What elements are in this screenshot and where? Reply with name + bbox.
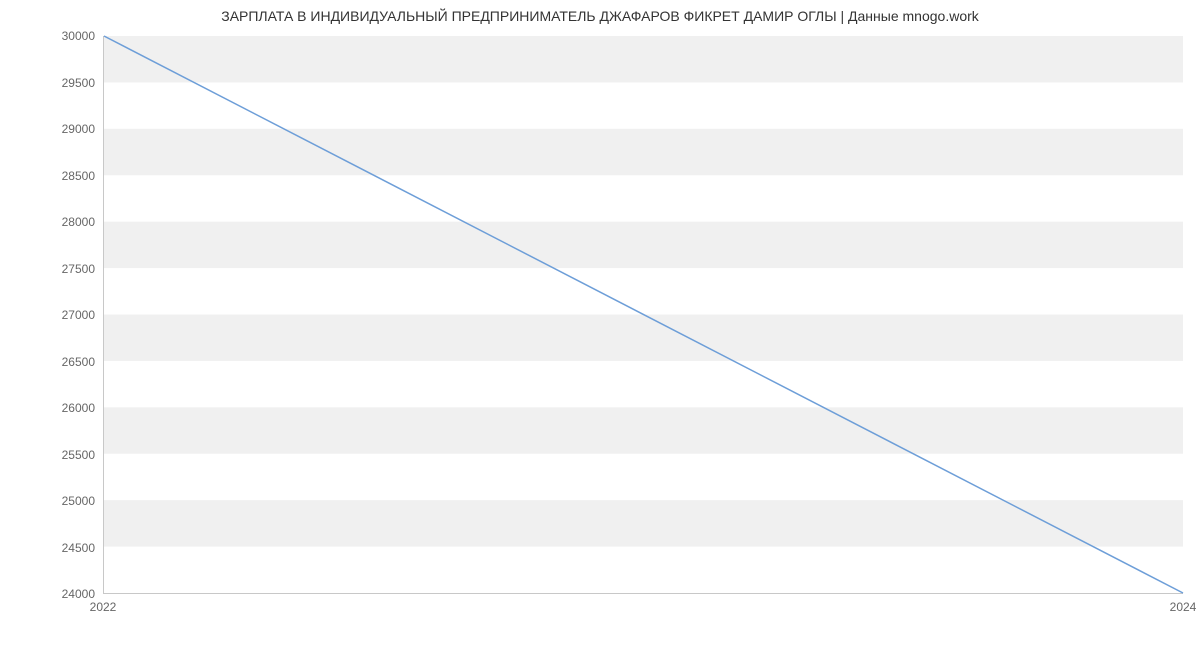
grid-band [104,222,1183,268]
y-tick-label: 30000 [62,29,95,43]
y-tick-label: 28000 [62,215,95,229]
plot-area [103,36,1183,594]
y-tick-label: 29000 [62,122,95,136]
y-tick-label: 27500 [62,262,95,276]
grid-band [104,315,1183,361]
y-tick-label: 26500 [62,355,95,369]
y-tick-label: 27000 [62,308,95,322]
x-tick-label: 2024 [1170,600,1197,614]
y-tick-label: 28500 [62,169,95,183]
grid-band [104,36,1183,82]
grid-band [104,407,1183,453]
y-tick-label: 24000 [62,587,95,601]
grid-band [104,129,1183,175]
y-tick-label: 24500 [62,541,95,555]
y-tick-label: 29500 [62,76,95,90]
chart-title: ЗАРПЛАТА В ИНДИВИДУАЛЬНЫЙ ПРЕДПРИНИМАТЕЛ… [0,8,1200,24]
x-tick-label: 2022 [90,600,117,614]
y-tick-label: 26000 [62,401,95,415]
grid-band [104,500,1183,546]
chart-svg [104,36,1183,593]
y-tick-label: 25000 [62,494,95,508]
chart-container: ЗАРПЛАТА В ИНДИВИДУАЛЬНЫЙ ПРЕДПРИНИМАТЕЛ… [0,0,1200,650]
y-tick-label: 25500 [62,448,95,462]
